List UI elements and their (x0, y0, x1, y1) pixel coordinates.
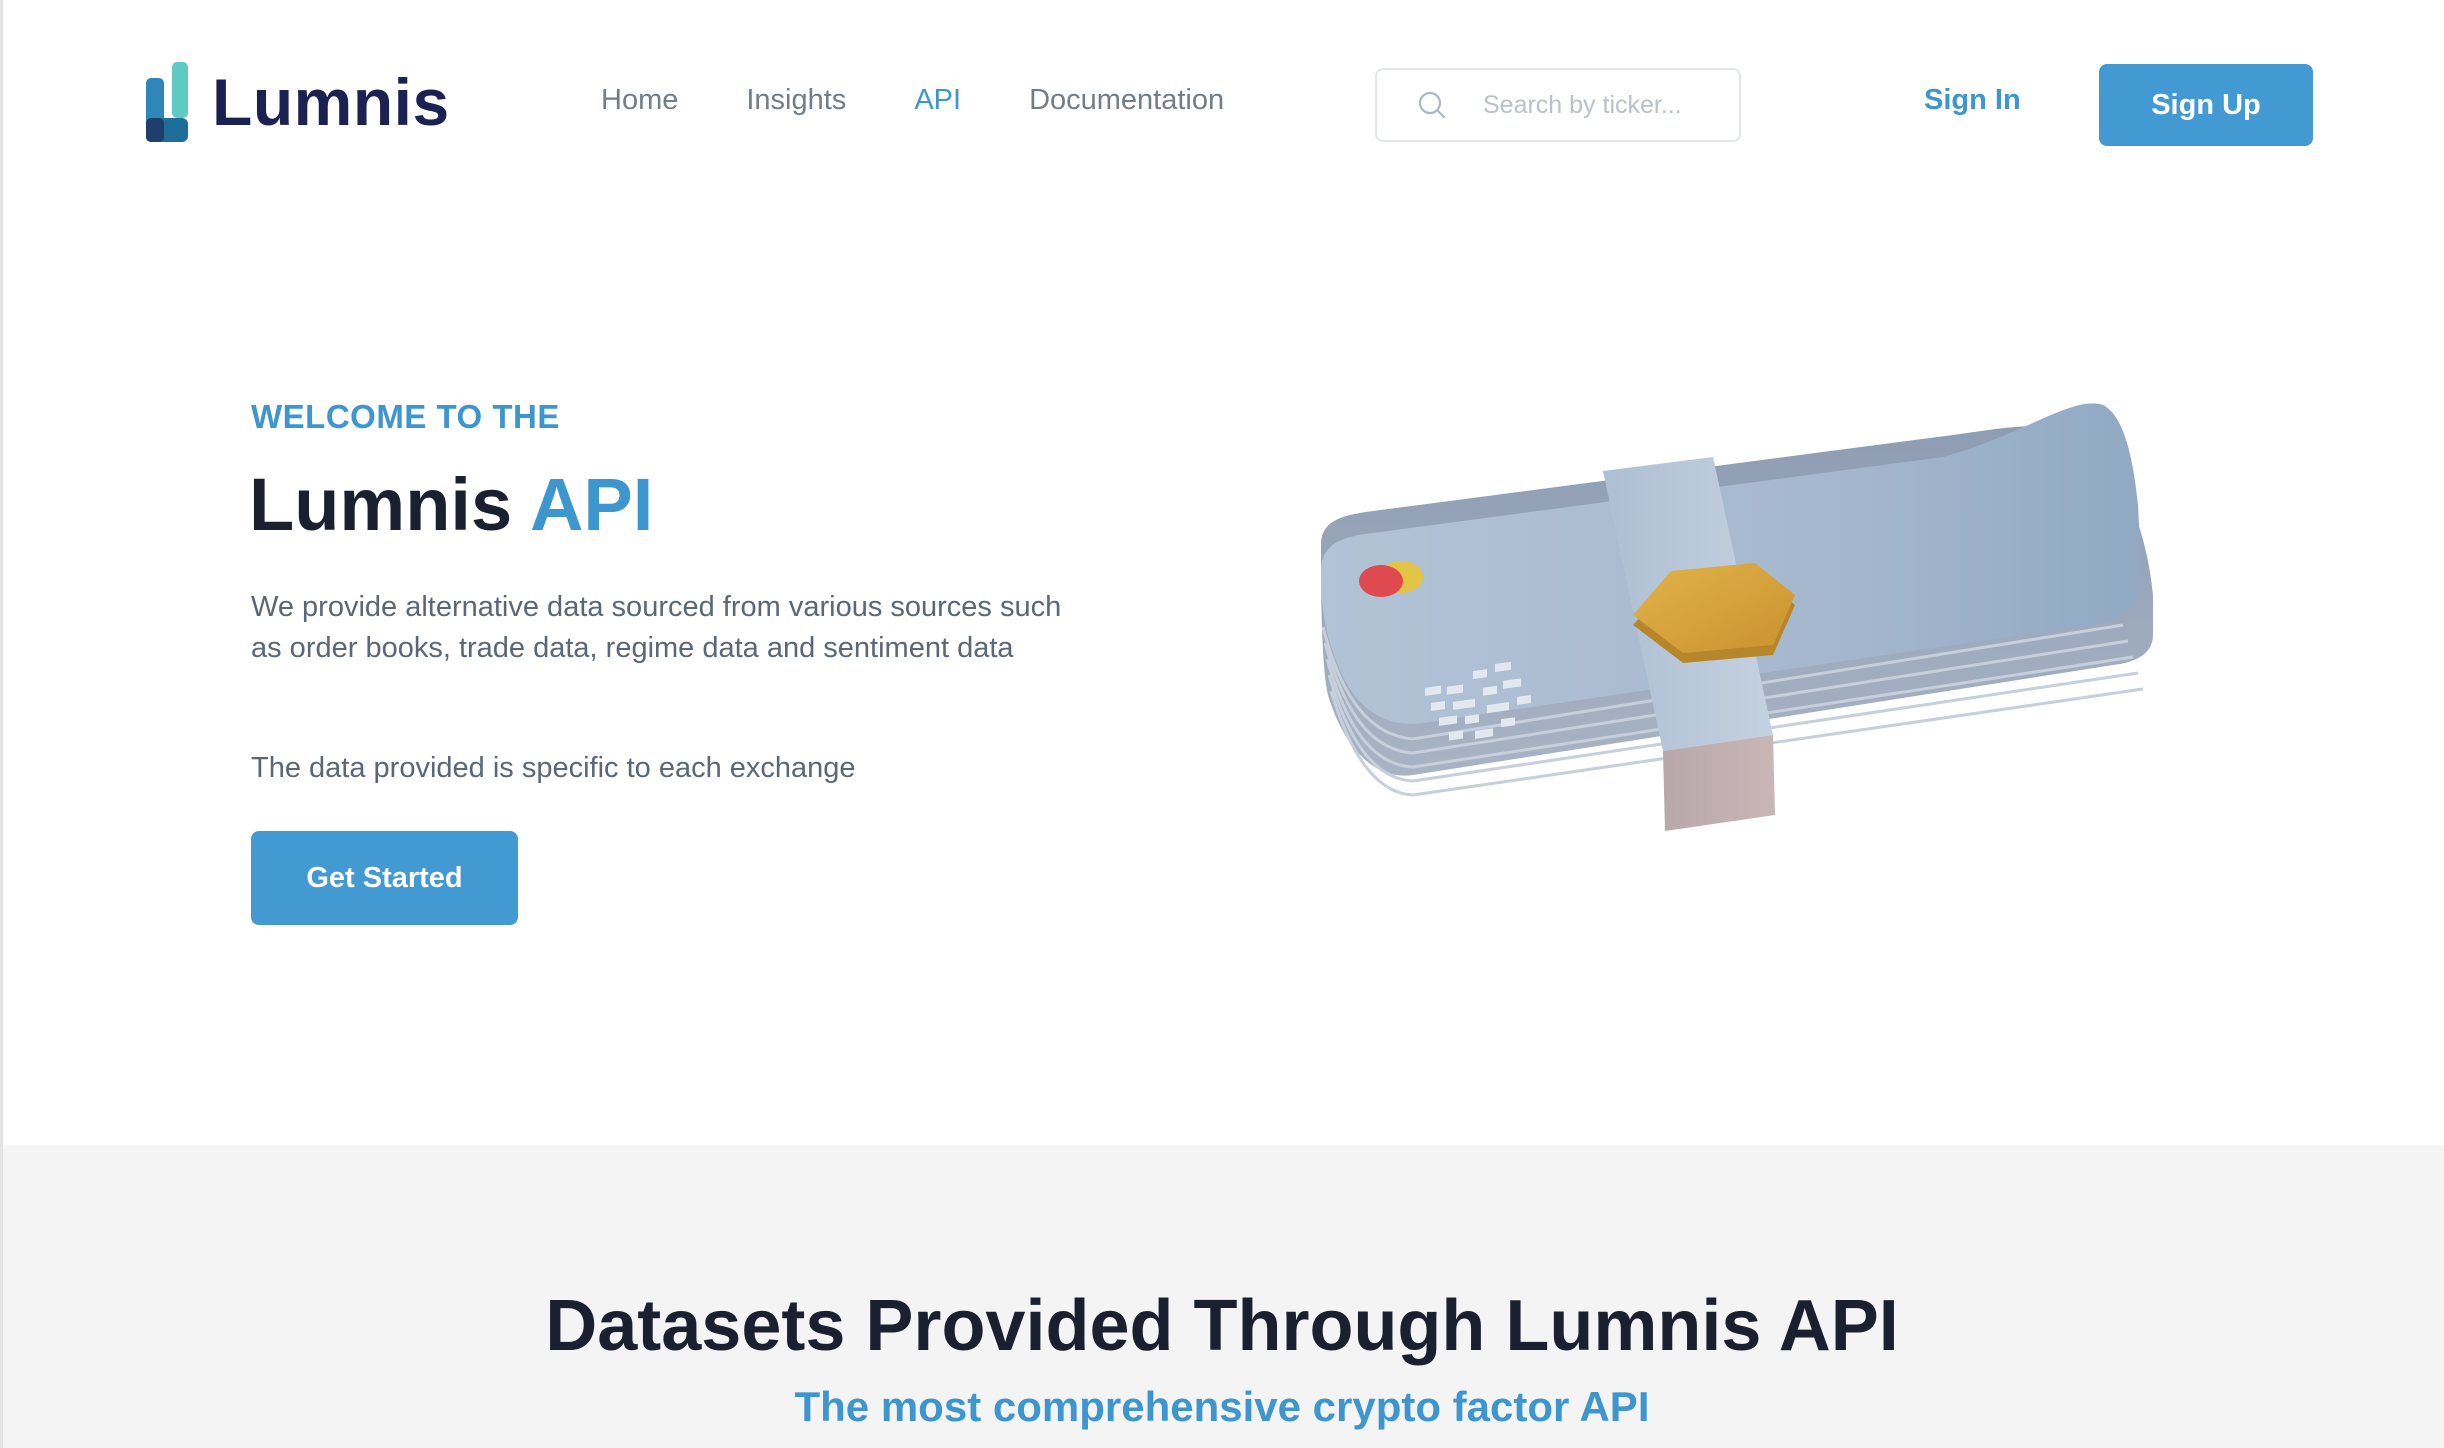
hero-title-main: Lumnis (249, 463, 513, 546)
datasets-subtitle: The most comprehensive crypto factor API (794, 1383, 1650, 1430)
nav-links: Home Insights API Documentation (601, 84, 1224, 117)
hero-title-accent: API (529, 463, 654, 546)
datasets-title: Datasets Provided Through Lumnis API (545, 1286, 1899, 1366)
nav-link-insights[interactable]: Insights (746, 84, 846, 117)
top-nav: Lumnis Home Insights API Documentation S… (3, 0, 2444, 210)
sign-up-button[interactable]: Sign Up (2099, 64, 2313, 146)
hero-title: Lumnis API (249, 462, 653, 547)
nav-link-home[interactable]: Home (601, 84, 678, 117)
hero-eyebrow: WELCOME TO THE (251, 398, 560, 435)
logo-text: Lumnis (212, 65, 450, 139)
search-input[interactable] (1483, 90, 1723, 120)
stacked-cards-illustration (1321, 403, 2153, 831)
hero-description: We provide alternative data sourced from… (251, 591, 1062, 664)
nav-link-documentation[interactable]: Documentation (1029, 84, 1224, 117)
datasets-section: Datasets Provided Through Lumnis API The… (3, 1145, 2444, 1448)
search-box[interactable] (1375, 68, 1741, 142)
logo[interactable]: Lumnis (146, 62, 450, 142)
sign-in-link[interactable]: Sign In (1924, 84, 2021, 117)
page: Lumnis Home Insights API Documentation S… (0, 0, 2444, 1448)
hero-note: The data provided is specific to each ex… (251, 752, 856, 784)
get-started-button[interactable]: Get Started (251, 831, 518, 925)
logo-mark-icon (146, 62, 188, 142)
nav-link-api[interactable]: API (914, 84, 961, 117)
search-icon (1418, 91, 1446, 119)
